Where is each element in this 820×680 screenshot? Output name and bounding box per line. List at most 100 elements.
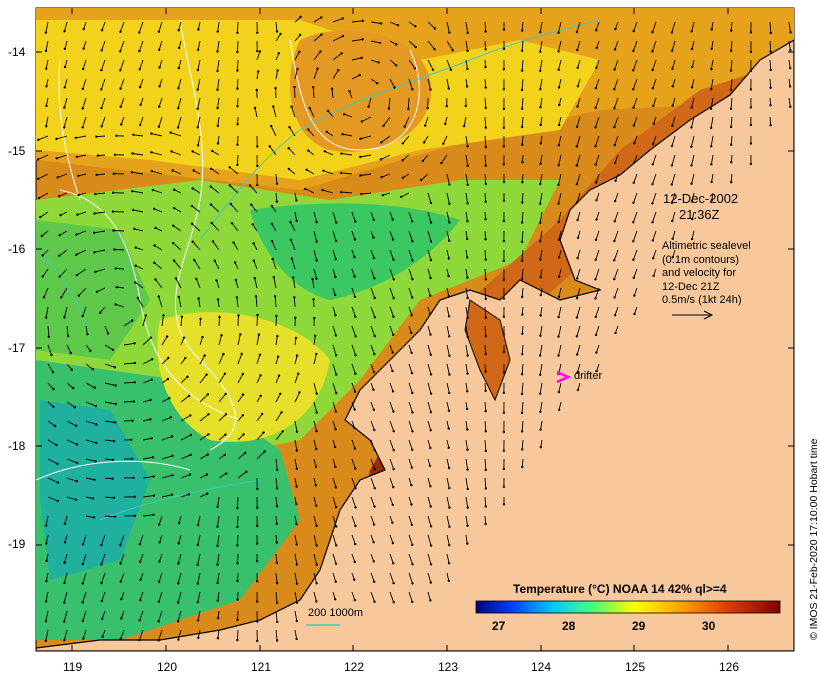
velocity-arrow-head	[594, 163, 597, 166]
velocity-arrow-head	[224, 392, 227, 396]
velocity-arrow-head	[557, 202, 560, 205]
velocity-arrow-head	[377, 61, 380, 64]
velocity-arrow-head	[411, 430, 414, 433]
velocity-arrow-head	[81, 107, 84, 110]
velocity-arrow-head	[289, 238, 293, 242]
velocity-arrow-head	[44, 600, 48, 603]
velocity-arrow-head	[558, 103, 561, 107]
velocity-arrow-head	[326, 109, 330, 113]
velocity-arrow-head	[520, 107, 524, 110]
velocity-arrow-head	[651, 68, 654, 72]
velocity-arrow-head	[632, 69, 635, 72]
velocity-arrow-head	[75, 233, 78, 236]
velocity-arrow-head	[466, 372, 469, 375]
velocity-arrow-head	[391, 390, 395, 393]
velocity-arrow-head	[44, 524, 48, 527]
velocity-arrow-head	[157, 295, 160, 298]
velocity-arrow-head	[315, 524, 318, 527]
velocity-arrow-head	[429, 544, 433, 547]
velocity-arrow-head	[651, 87, 655, 90]
velocity-arrow-head	[484, 449, 487, 453]
velocity-arrow-head	[353, 256, 356, 259]
velocity-arrow-head	[253, 276, 256, 280]
velocity-arrow-head	[789, 66, 792, 70]
velocity-arrow-head	[295, 502, 298, 506]
velocity-arrow-head	[690, 47, 694, 51]
velocity-arrow-head	[502, 350, 506, 354]
velocity-arrow-head	[484, 145, 487, 149]
y-tick-label: -18	[8, 439, 26, 453]
info-line: 0.5m/s (1kt 24h)	[662, 294, 742, 306]
velocity-arrow-head	[119, 105, 123, 108]
velocity-arrow-head	[263, 450, 266, 453]
velocity-arrow-head	[106, 332, 110, 335]
velocity-arrow-head	[788, 85, 792, 88]
velocity-arrow-head	[228, 166, 231, 169]
velocity-arrow-head	[275, 601, 279, 604]
y-tick-label: -15	[8, 144, 26, 158]
velocity-arrow-head	[484, 430, 487, 433]
velocity-arrow-head	[150, 437, 153, 440]
velocity-arrow-head	[151, 456, 155, 459]
velocity-arrow-head	[256, 542, 259, 545]
velocity-arrow-head	[133, 342, 136, 345]
velocity-arrow-head	[340, 52, 343, 55]
velocity-arrow-head	[465, 85, 469, 88]
velocity-arrow-head	[334, 505, 338, 509]
velocity-arrow-head	[239, 333, 242, 336]
velocity-arrow-head	[63, 639, 66, 642]
velocity-arrow-head	[158, 66, 161, 69]
velocity-arrow-head	[150, 169, 154, 173]
velocity-arrow-head	[112, 229, 115, 232]
velocity-arrow-head	[153, 261, 156, 264]
y-tick-label: -17	[8, 341, 26, 355]
velocity-arrow-head	[75, 480, 79, 483]
velocity-arrow-head	[312, 298, 315, 301]
velocity-arrow-head	[447, 466, 451, 470]
velocity-arrow-head	[411, 278, 414, 281]
velocity-arrow-head	[521, 448, 524, 451]
velocity-arrow-head	[94, 192, 97, 196]
velocity-arrow-head	[196, 582, 199, 585]
velocity-arrow-head	[392, 410, 395, 413]
velocity-arrow-head	[613, 107, 616, 110]
velocity-arrow-head	[595, 199, 598, 202]
velocity-arrow-head	[433, 27, 437, 30]
velocity-arrow-head	[502, 163, 506, 166]
velocity-arrow-head	[70, 368, 74, 371]
velocity-arrow-head	[119, 30, 122, 33]
velocity-arrow-head	[613, 239, 616, 243]
velocity-arrow-head	[132, 400, 136, 403]
velocity-arrow-head	[304, 187, 307, 191]
velocity-arrow-head	[139, 560, 142, 563]
velocity-arrow-head	[176, 601, 180, 604]
velocity-arrow-head	[63, 65, 67, 69]
velocity-arrow-head	[411, 448, 414, 451]
velocity-arrow-head	[539, 293, 542, 297]
velocity-arrow-head	[74, 136, 78, 140]
velocity-arrow-head	[343, 113, 346, 116]
velocity-arrow-head	[380, 22, 383, 25]
date-label: 12-Dec-2002	[663, 191, 739, 206]
velocity-arrow-head	[138, 619, 141, 622]
velocity-arrow-head	[633, 142, 636, 145]
isobath-legend-label: 200 1000m	[308, 607, 364, 619]
velocity-arrow-head	[315, 240, 318, 243]
velocity-arrow-head	[671, 85, 674, 88]
velocity-arrow	[484, 230, 487, 240]
velocity-arrow-head	[769, 104, 772, 107]
velocity-arrow-head	[228, 184, 232, 187]
velocity-arrow-head	[69, 351, 73, 355]
velocity-arrow-head	[484, 200, 487, 203]
velocity-arrow-head	[330, 87, 334, 90]
velocity-arrow-head	[63, 581, 66, 584]
velocity-arrow-head	[234, 278, 237, 282]
velocity-arrow-head	[113, 248, 116, 251]
velocity-arrow-head	[276, 69, 279, 72]
velocity-arrow-head	[391, 503, 394, 507]
velocity-arrow-head	[576, 353, 579, 356]
velocity-arrow-head	[157, 125, 161, 128]
velocity-arrow-head	[360, 120, 364, 123]
velocity-arrow-head	[236, 143, 239, 146]
velocity-arrow-head	[429, 353, 432, 356]
